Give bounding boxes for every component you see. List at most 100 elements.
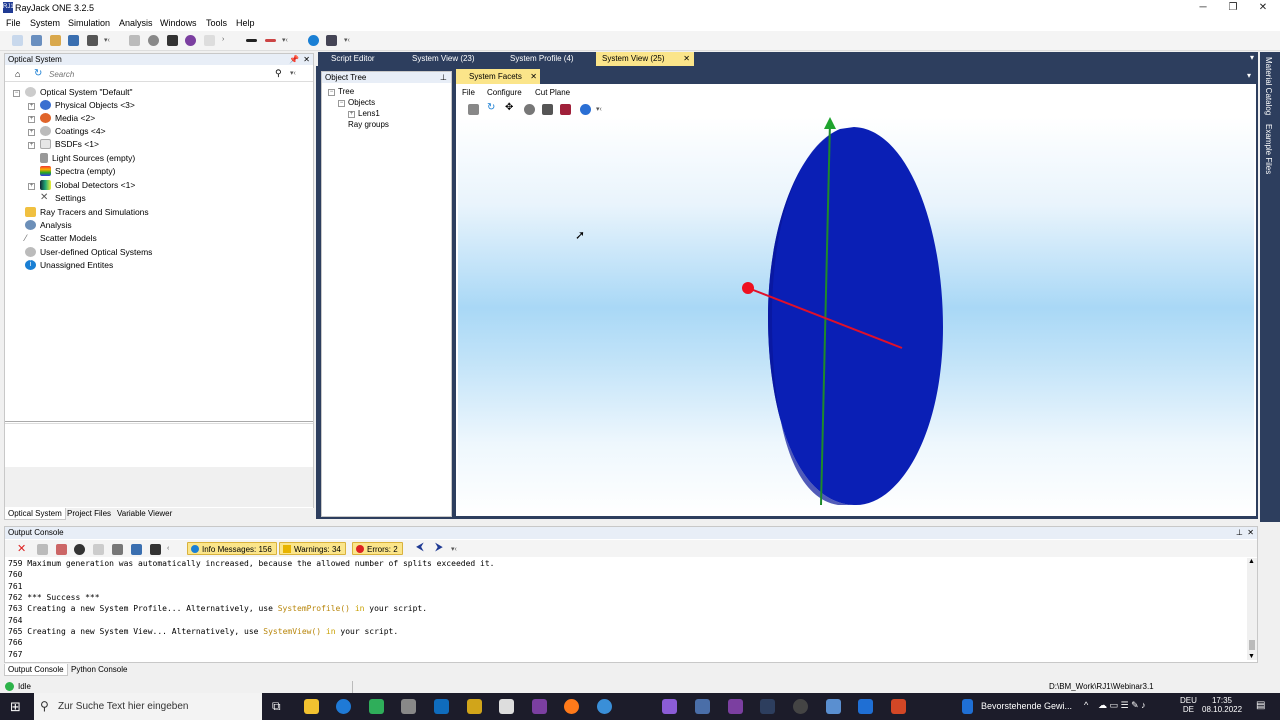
file-explorer-icon[interactable] <box>304 699 319 714</box>
expand-toggle[interactable]: + <box>28 116 35 123</box>
app-icon[interactable] <box>760 699 775 714</box>
firefox-icon[interactable] <box>564 699 579 714</box>
home-icon[interactable]: ⌂ <box>15 69 20 79</box>
align-icon[interactable] <box>246 39 257 42</box>
tree-item-coatings[interactable]: Coatings <4> <box>40 126 106 136</box>
chevron-down-icon[interactable]: ▾‹ <box>282 36 288 44</box>
errors-badge[interactable]: Errors: 2 <box>352 542 403 555</box>
new-icon[interactable] <box>12 35 23 46</box>
collapse-toggle[interactable]: − <box>328 89 335 96</box>
console-scrollbar[interactable]: ▲ ▼ <box>1247 558 1257 660</box>
print-icon[interactable] <box>87 35 98 46</box>
save-icon[interactable] <box>131 544 142 555</box>
tree-item-analysis[interactable]: Analysis <box>25 220 72 230</box>
tree-node-objects[interactable]: Objects <box>348 98 375 107</box>
close-button[interactable]: ✕ <box>1248 0 1278 16</box>
notification-icon[interactable]: ▤ <box>1256 700 1265 711</box>
tree-item-scatter-models[interactable]: ⁄ Scatter Models <box>25 233 97 243</box>
splitter[interactable] <box>5 421 313 422</box>
distribute-icon[interactable] <box>265 39 276 42</box>
expand-toggle[interactable]: + <box>28 129 35 136</box>
tab-optical-system[interactable]: Optical System <box>4 508 66 520</box>
pin-icon[interactable]: ⊥ <box>1236 527 1243 539</box>
reset-view-icon[interactable] <box>580 104 591 115</box>
facets-menu-cut-plane[interactable]: Cut Plane <box>535 88 570 97</box>
maximize-button[interactable]: ❐ <box>1218 0 1248 16</box>
task-view-icon[interactable]: ⧉ <box>272 699 281 714</box>
tree-item-bsdfs[interactable]: BSDFs <1> <box>40 139 99 149</box>
collapse-toggle[interactable]: − <box>338 100 345 107</box>
clock[interactable]: 17:35 08.10.2022 <box>1202 696 1242 714</box>
pin-icon[interactable]: 📌 <box>289 54 299 65</box>
lock-icon[interactable] <box>167 35 178 46</box>
chevron-down-icon[interactable]: ▾‹ <box>290 69 296 77</box>
tab-system-view-25[interactable]: System View (25) ✕ <box>596 52 694 66</box>
news-icon[interactable] <box>962 699 973 714</box>
facets-menu-file[interactable]: File <box>462 88 475 97</box>
tree-item-media[interactable]: Media <2> <box>40 113 95 123</box>
chevron-icon[interactable]: ‹ <box>167 545 169 552</box>
facets-menu-configure[interactable]: Configure <box>487 88 522 97</box>
rj1-icon[interactable] <box>326 35 337 46</box>
menu-analysis[interactable]: Analysis <box>119 18 153 28</box>
camera-icon[interactable] <box>542 104 553 115</box>
tree-node-tree[interactable]: Tree <box>338 87 354 96</box>
tab-system-facets[interactable]: System Facets ✕ <box>456 69 540 84</box>
expand-toggle[interactable]: + <box>28 183 35 190</box>
expand-toggle[interactable]: + <box>28 142 35 149</box>
delete-icon[interactable] <box>56 544 67 555</box>
next-icon[interactable]: ⮞ <box>435 541 443 554</box>
tab-system-profile-4[interactable]: System Profile (4) <box>504 52 580 66</box>
menu-simulation[interactable]: Simulation <box>68 18 110 28</box>
taskbar-search[interactable]: ⚲ Zur Suche Text hier eingeben <box>34 693 262 720</box>
search-icon[interactable]: ⚲ <box>275 68 282 79</box>
search-input[interactable] <box>49 68 271 80</box>
chevron-down-icon[interactable]: ▾‹ <box>596 105 602 113</box>
edge-icon[interactable] <box>336 699 351 714</box>
pin-icon[interactable]: ⊥ <box>440 72 447 83</box>
app-icon[interactable] <box>695 699 710 714</box>
tab-list-icon[interactable]: ▾ <box>1250 53 1254 62</box>
open-folder-icon[interactable] <box>50 35 61 46</box>
rotate-icon[interactable]: ↻ <box>487 102 495 113</box>
minimize-button[interactable]: ─ <box>1188 0 1218 16</box>
info-messages-badge[interactable]: Info Messages: 156 <box>187 542 277 555</box>
expand-toggle[interactable]: + <box>348 111 355 118</box>
chevron-down-icon[interactable]: ▾‹ <box>451 545 457 553</box>
warnings-badge[interactable]: Warnings: 34 <box>279 542 346 555</box>
menu-windows[interactable]: Windows <box>160 18 197 28</box>
tab-output-console[interactable]: Output Console <box>4 664 68 676</box>
onenote-icon[interactable] <box>532 699 547 714</box>
copy-icon[interactable] <box>129 35 140 46</box>
color-icon[interactable] <box>560 104 571 115</box>
save-icon[interactable] <box>68 35 79 46</box>
tree-item-settings[interactable]: ✕ Settings <box>40 193 86 204</box>
calculator-icon[interactable] <box>499 699 514 714</box>
menu-tools[interactable]: Tools <box>206 18 227 28</box>
menu-file[interactable]: File <box>6 18 21 28</box>
chevron-down-icon[interactable]: ▾‹ <box>104 36 110 44</box>
close-panel-icon[interactable]: ✕ <box>1247 527 1254 539</box>
clear-icon[interactable]: ✕ <box>17 542 26 555</box>
scroll-down-icon[interactable]: ▼ <box>1248 653 1255 660</box>
tree-item-optical-system[interactable]: Optical System "Default" <box>25 87 132 97</box>
brush-icon[interactable] <box>112 544 123 555</box>
filter-icon[interactable] <box>93 544 104 555</box>
tree-item-physical-objects[interactable]: Physical Objects <3> <box>40 100 135 110</box>
tab-example-files[interactable]: Example Files <box>1264 124 1273 174</box>
console-output[interactable]: 759 Maximum generation was automatically… <box>5 558 1245 660</box>
refresh-icon[interactable]: ↻ <box>34 68 42 79</box>
expand-toggle[interactable]: + <box>28 103 35 110</box>
app-icon[interactable] <box>858 699 873 714</box>
tree-item-ray-tracers[interactable]: Ray Tracers and Simulations <box>25 207 149 217</box>
tree-item-unassigned[interactable]: i Unassigned Entites <box>25 260 113 270</box>
close-tab-icon[interactable]: ✕ <box>530 69 537 84</box>
pan-icon[interactable]: ✥ <box>505 102 513 113</box>
previous-icon[interactable]: ⮜ <box>416 541 424 554</box>
tab-system-view-23[interactable]: System View (23) <box>406 52 481 66</box>
open-icon[interactable] <box>31 35 42 46</box>
fit-view-icon[interactable] <box>468 104 479 115</box>
github-icon[interactable] <box>793 699 808 714</box>
sphere-icon[interactable] <box>185 35 196 46</box>
windows-start-icon[interactable]: ⊞ <box>10 699 21 715</box>
